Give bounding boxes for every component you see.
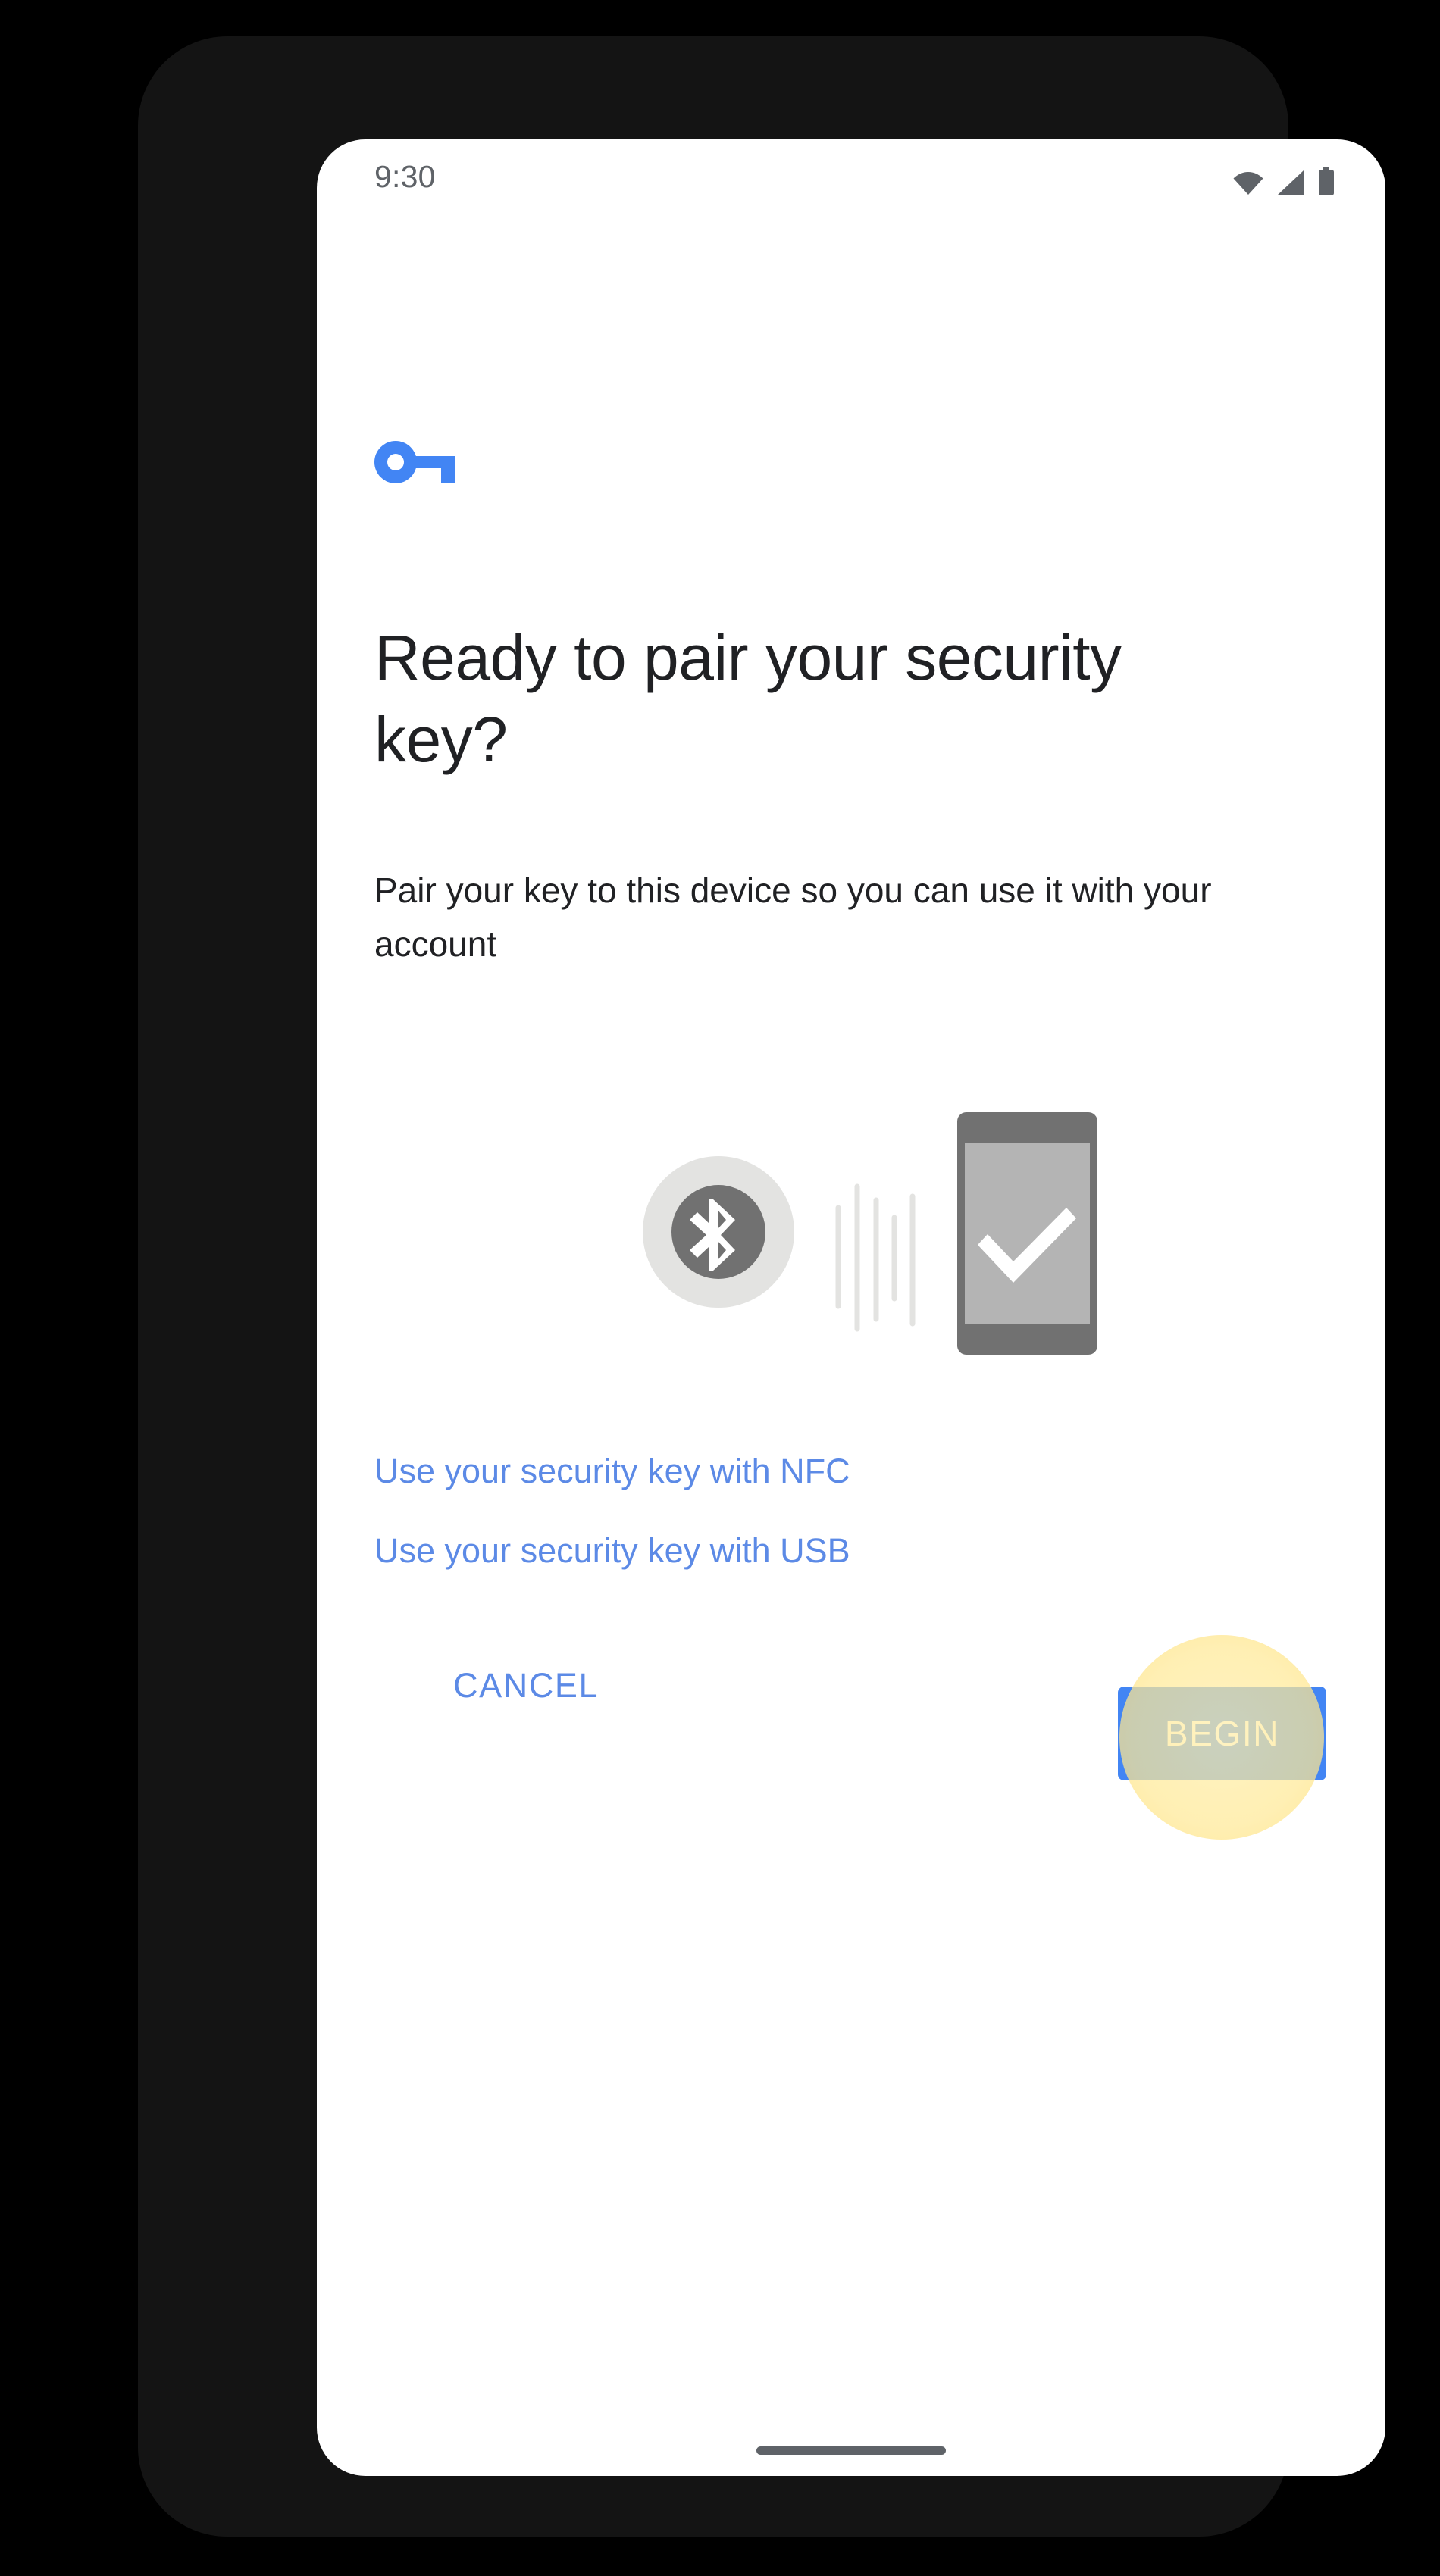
usb-link[interactable]: Use your security key with USB (374, 1533, 1284, 1568)
phone-device-frame: 9:30 Ready to pair your security key? Pa… (138, 36, 1385, 2537)
status-bar-clock: 9:30 (374, 159, 436, 194)
bluetooth-signal-waves (835, 1183, 916, 1332)
wifi-icon (1233, 172, 1263, 195)
battery-icon (1319, 167, 1334, 195)
begin-button[interactable]: BEGIN (1118, 1687, 1326, 1780)
phone-screen: 9:30 Ready to pair your security key? Pa… (317, 139, 1385, 2476)
bluetooth-pairing-illustration (643, 1109, 1097, 1435)
nfc-link[interactable]: Use your security key with NFC (374, 1454, 1284, 1488)
page-subtitle: Pair your key to this device so you can … (374, 871, 1212, 964)
paired-phone-graphic (957, 1112, 1097, 1355)
cancel-button[interactable]: CANCEL (453, 1666, 599, 1705)
page-title: Ready to pair your security key? (374, 622, 1122, 775)
security-key-icon (374, 441, 465, 483)
screenshot-stage: 9:30 Ready to pair your security key? Pa… (0, 0, 1440, 2576)
status-bar: 9:30 (317, 139, 1385, 230)
security-key-options-list: Use your security key with NFC Use your … (374, 1454, 1284, 1613)
cellular-signal-icon (1278, 170, 1304, 195)
home-indicator-bar[interactable] (756, 2446, 946, 2455)
status-bar-icons (1232, 167, 1335, 195)
bluetooth-badge-group (643, 1156, 794, 1308)
begin-button-container: BEGIN (1118, 1635, 1345, 1840)
action-button-row: CANCEL BEGIN (317, 1635, 1385, 1840)
